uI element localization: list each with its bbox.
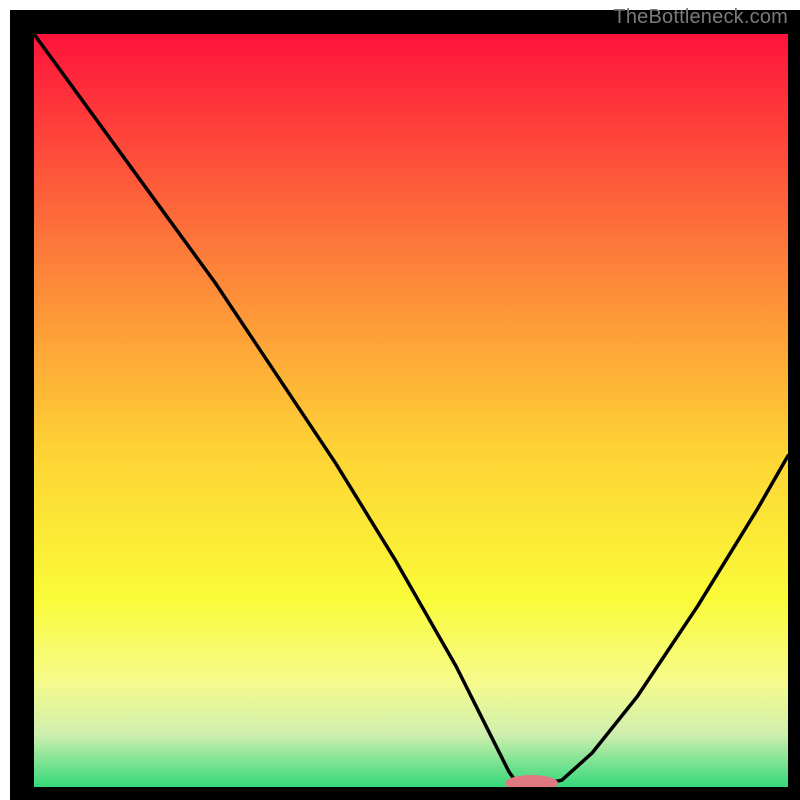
chart-svg	[0, 0, 800, 800]
attribution-link[interactable]: TheBottleneck.com	[613, 6, 788, 29]
chart-canvas	[0, 0, 800, 800]
gradient-background	[34, 34, 788, 787]
